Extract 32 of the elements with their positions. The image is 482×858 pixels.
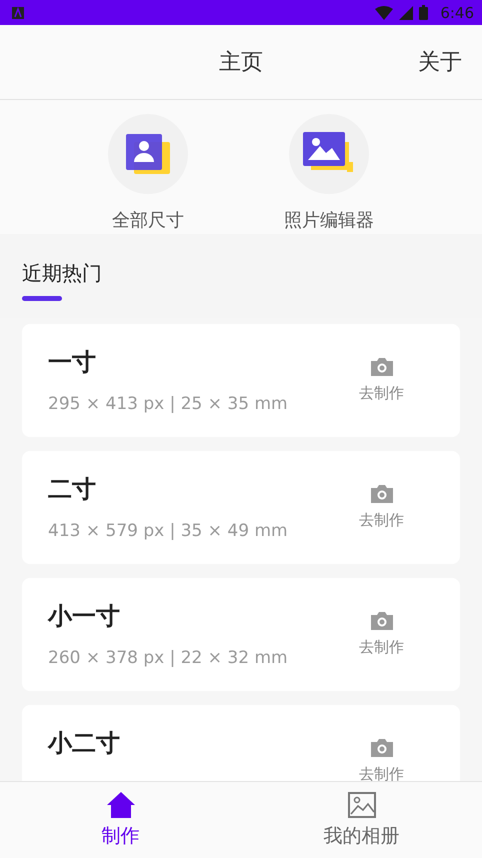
portrait-cards-icon	[124, 134, 172, 174]
make-button[interactable]: 去制作	[359, 356, 404, 403]
camera-icon	[368, 483, 394, 505]
make-button[interactable]: 去制作	[359, 483, 404, 530]
size-dimensions: 413 × 579 px | 35 × 49 mm	[48, 521, 289, 541]
size-card[interactable]: 小二寸 去制作	[22, 705, 460, 781]
camera-icon	[368, 737, 394, 759]
size-name: 小二寸	[48, 728, 121, 759]
status-time: 6:46	[440, 4, 474, 22]
size-dimensions: 260 × 378 px | 22 × 32 mm	[48, 648, 289, 668]
signal-icon	[399, 6, 414, 20]
make-button[interactable]: 去制作	[359, 610, 404, 657]
home-icon	[106, 791, 136, 819]
size-card[interactable]: 小一寸 260 × 378 px | 22 × 32 mm 去制作	[22, 578, 460, 691]
size-card[interactable]: 二寸 413 × 579 px | 35 × 49 mm 去制作	[22, 451, 460, 564]
wifi-icon	[375, 6, 394, 20]
tab-indicator	[22, 296, 62, 301]
page-title: 主页	[219, 49, 263, 77]
size-name: 一寸	[48, 347, 97, 378]
nav-tab[interactable]: 制作	[0, 782, 241, 858]
size-dimensions: 295 × 413 px | 25 × 35 mm	[48, 394, 289, 414]
camera-icon	[368, 610, 394, 632]
about-link[interactable]: 关于	[418, 47, 462, 77]
app-notification-icon	[12, 6, 24, 18]
image-icon	[346, 791, 376, 819]
size-name: 二寸	[48, 474, 97, 505]
camera-icon	[368, 356, 394, 378]
size-card[interactable]: 一寸 295 × 413 px | 25 × 35 mm 去制作	[22, 324, 460, 437]
battery-icon	[419, 5, 428, 20]
size-name: 小一寸	[48, 601, 121, 632]
nav-tab[interactable]: 我的相册	[241, 782, 482, 858]
section-title: 近期热门	[22, 260, 102, 287]
